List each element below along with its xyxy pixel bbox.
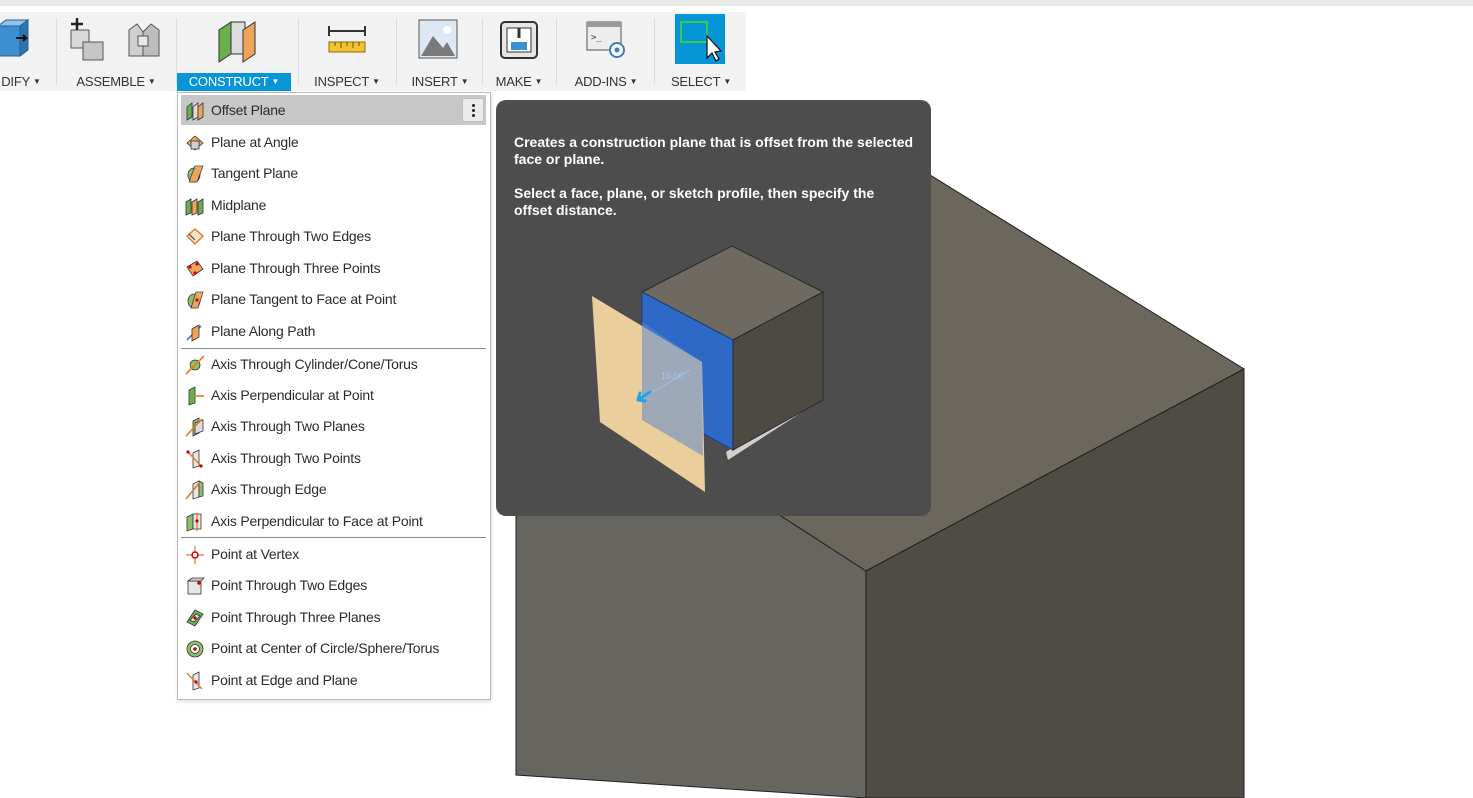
toolbar-label-select[interactable]: SELECT ▼ <box>663 73 739 91</box>
menu-item-label: Axis Through Two Points <box>211 450 361 466</box>
menu-item-point-vertex[interactable]: Point at Vertex <box>181 539 486 569</box>
toolbar-label-modify[interactable]: DIFY ▼ <box>0 73 42 91</box>
modify-icon <box>0 19 30 57</box>
menu-item-label: Plane Through Three Points <box>211 260 381 276</box>
menu-item-label: Point at Edge and Plane <box>211 672 358 688</box>
menu-item-axis-perpendicular[interactable]: Axis Perpendicular at Point <box>181 380 486 410</box>
menu-item-label: Plane at Angle <box>211 134 299 150</box>
menu-item-label: Plane Along Path <box>211 323 316 339</box>
insert-image-icon <box>418 19 458 59</box>
point-edge-plane-icon <box>186 671 203 691</box>
menu-item-point-center[interactable]: Point at Center of Circle/Sphere/Torus <box>181 633 486 663</box>
point-three-planes-icon <box>186 609 204 627</box>
axis-edge-icon <box>185 480 204 500</box>
axis-two-planes-icon <box>185 417 204 437</box>
toolbar-label-inspect[interactable]: INSPECT ▼ <box>309 73 385 91</box>
menu-item-plane-three-points[interactable]: Plane Through Three Points <box>181 253 486 283</box>
menu-item-label: Axis Through Two Planes <box>211 418 365 434</box>
menu-item-plane-at-angle[interactable]: Plane at Angle <box>181 127 486 157</box>
toolbar-group-make[interactable]: MAKE ▼ <box>483 12 555 91</box>
toolbar-group-insert[interactable]: INSERT ▼ <box>397 12 481 91</box>
menu-item-point-three-planes[interactable]: Point Through Three Planes <box>181 602 486 632</box>
toolbar-label-make[interactable]: MAKE ▼ <box>489 73 549 91</box>
menu-item-midplane[interactable]: Midplane <box>181 190 486 220</box>
menu-item-label: Tangent Plane <box>211 165 298 181</box>
menu-item-plane-two-edges[interactable]: Plane Through Two Edges <box>181 221 486 251</box>
menu-item-label: Point at Center of Circle/Sphere/Torus <box>211 640 440 656</box>
new-component-icon <box>70 18 104 61</box>
3d-print-icon <box>500 21 538 59</box>
toolbar-group-add-ins[interactable]: >_ ADD-INS ▼ <box>557 12 653 91</box>
axis-cylinder-icon <box>185 355 205 375</box>
toolbar-group-assemble[interactable]: ASSEMBLE ▼ <box>57 12 175 91</box>
plane-two-edges-icon <box>185 228 205 245</box>
menu-item-plane-tangent-face[interactable]: Plane Tangent to Face at Point <box>181 284 486 314</box>
menu-separator <box>181 537 486 538</box>
scripts-icon: >_ <box>586 21 625 58</box>
toolbar: DIFY ▼ ASSEMBLE ▼ CONSTRUCT ▼ INSPECT ▼ … <box>0 12 746 91</box>
plane-along-path-icon <box>186 324 202 342</box>
toolbar-group-modify[interactable]: DIFY ▼ <box>0 12 55 91</box>
toolbar-label-assemble[interactable]: ASSEMBLE ▼ <box>57 73 175 91</box>
menu-item-label: Axis Through Cylinder/Cone/Torus <box>211 356 418 372</box>
menu-item-label: Axis Perpendicular to Face at Point <box>211 513 423 529</box>
point-vertex-icon <box>186 546 204 564</box>
point-center-icon <box>186 640 204 658</box>
menu-item-label: Point at Vertex <box>211 546 300 562</box>
menu-item-axis-two-planes[interactable]: Axis Through Two Planes <box>181 411 486 441</box>
tooltip-illustration: 10.00 <box>592 245 825 492</box>
menu-item-point-two-edges[interactable]: Point Through Two Edges <box>181 570 486 600</box>
window-top-strip <box>0 0 1473 6</box>
menu-item-label: Midplane <box>211 197 267 213</box>
plane-at-angle-icon <box>186 135 204 151</box>
toolbar-label-construct[interactable]: CONSTRUCT ▼ <box>177 73 291 91</box>
toolbar-group-inspect[interactable]: INSPECT ▼ <box>299 12 395 91</box>
menu-item-axis-cylinder[interactable]: Axis Through Cylinder/Cone/Torus <box>181 349 486 379</box>
axis-perp-face-icon <box>186 513 202 532</box>
point-two-edges-icon <box>186 577 205 595</box>
midplane-icon <box>185 198 204 216</box>
axis-two-points-icon <box>186 449 203 469</box>
menu-item-axis-perp-face[interactable]: Axis Perpendicular to Face at Point <box>181 506 486 536</box>
select-icon <box>675 14 725 64</box>
toolbar-group-construct[interactable]: CONSTRUCT ▼ <box>177 12 297 91</box>
offset-plane-tooltip: Creates a construction plane that is off… <box>496 100 931 516</box>
menu-item-label: Plane Through Two Edges <box>211 228 371 244</box>
toolbar-group-select[interactable]: SELECT ▼ <box>655 12 746 91</box>
tangent-plane-icon <box>187 165 204 183</box>
menu-item-label: Point Through Two Edges <box>211 577 367 593</box>
illustration-dimension-text: 10.00 <box>661 371 684 381</box>
menu-item-label: Point Through Three Planes <box>211 609 381 625</box>
menu-item-label: Axis Through Edge <box>211 481 327 497</box>
menu-item-label: Plane Tangent to Face at Point <box>211 291 397 307</box>
axis-perpendicular-icon <box>188 386 204 406</box>
measure-icon <box>328 26 366 53</box>
menu-item-offset-plane[interactable]: Offset Plane <box>181 95 486 125</box>
offset-plane-icon <box>186 102 204 121</box>
menu-item-plane-along-path[interactable]: Plane Along Path <box>181 316 486 346</box>
toolbar-label-insert[interactable]: INSERT ▼ <box>405 73 475 91</box>
more-options-icon[interactable] <box>462 98 484 122</box>
toolbar-label-add-ins[interactable]: ADD-INS ▼ <box>565 73 647 91</box>
plane-three-points-icon <box>186 260 204 277</box>
menu-item-axis-edge[interactable]: Axis Through Edge <box>181 474 486 504</box>
joint-icon <box>128 23 160 57</box>
menu-item-label: Offset Plane <box>211 102 286 118</box>
menu-item-axis-two-points[interactable]: Axis Through Two Points <box>181 443 486 473</box>
construct-icon <box>218 21 256 63</box>
construct-dropdown-menu: Offset Plane Plane at Angle Tangent Plan… <box>177 92 491 700</box>
menu-item-label: Axis Perpendicular at Point <box>211 387 374 403</box>
plane-tangent-face-icon <box>187 291 204 309</box>
menu-item-tangent-plane[interactable]: Tangent Plane <box>181 158 486 188</box>
svg-text:>_: >_ <box>591 33 602 43</box>
menu-item-point-edge-plane[interactable]: Point at Edge and Plane <box>181 665 486 695</box>
